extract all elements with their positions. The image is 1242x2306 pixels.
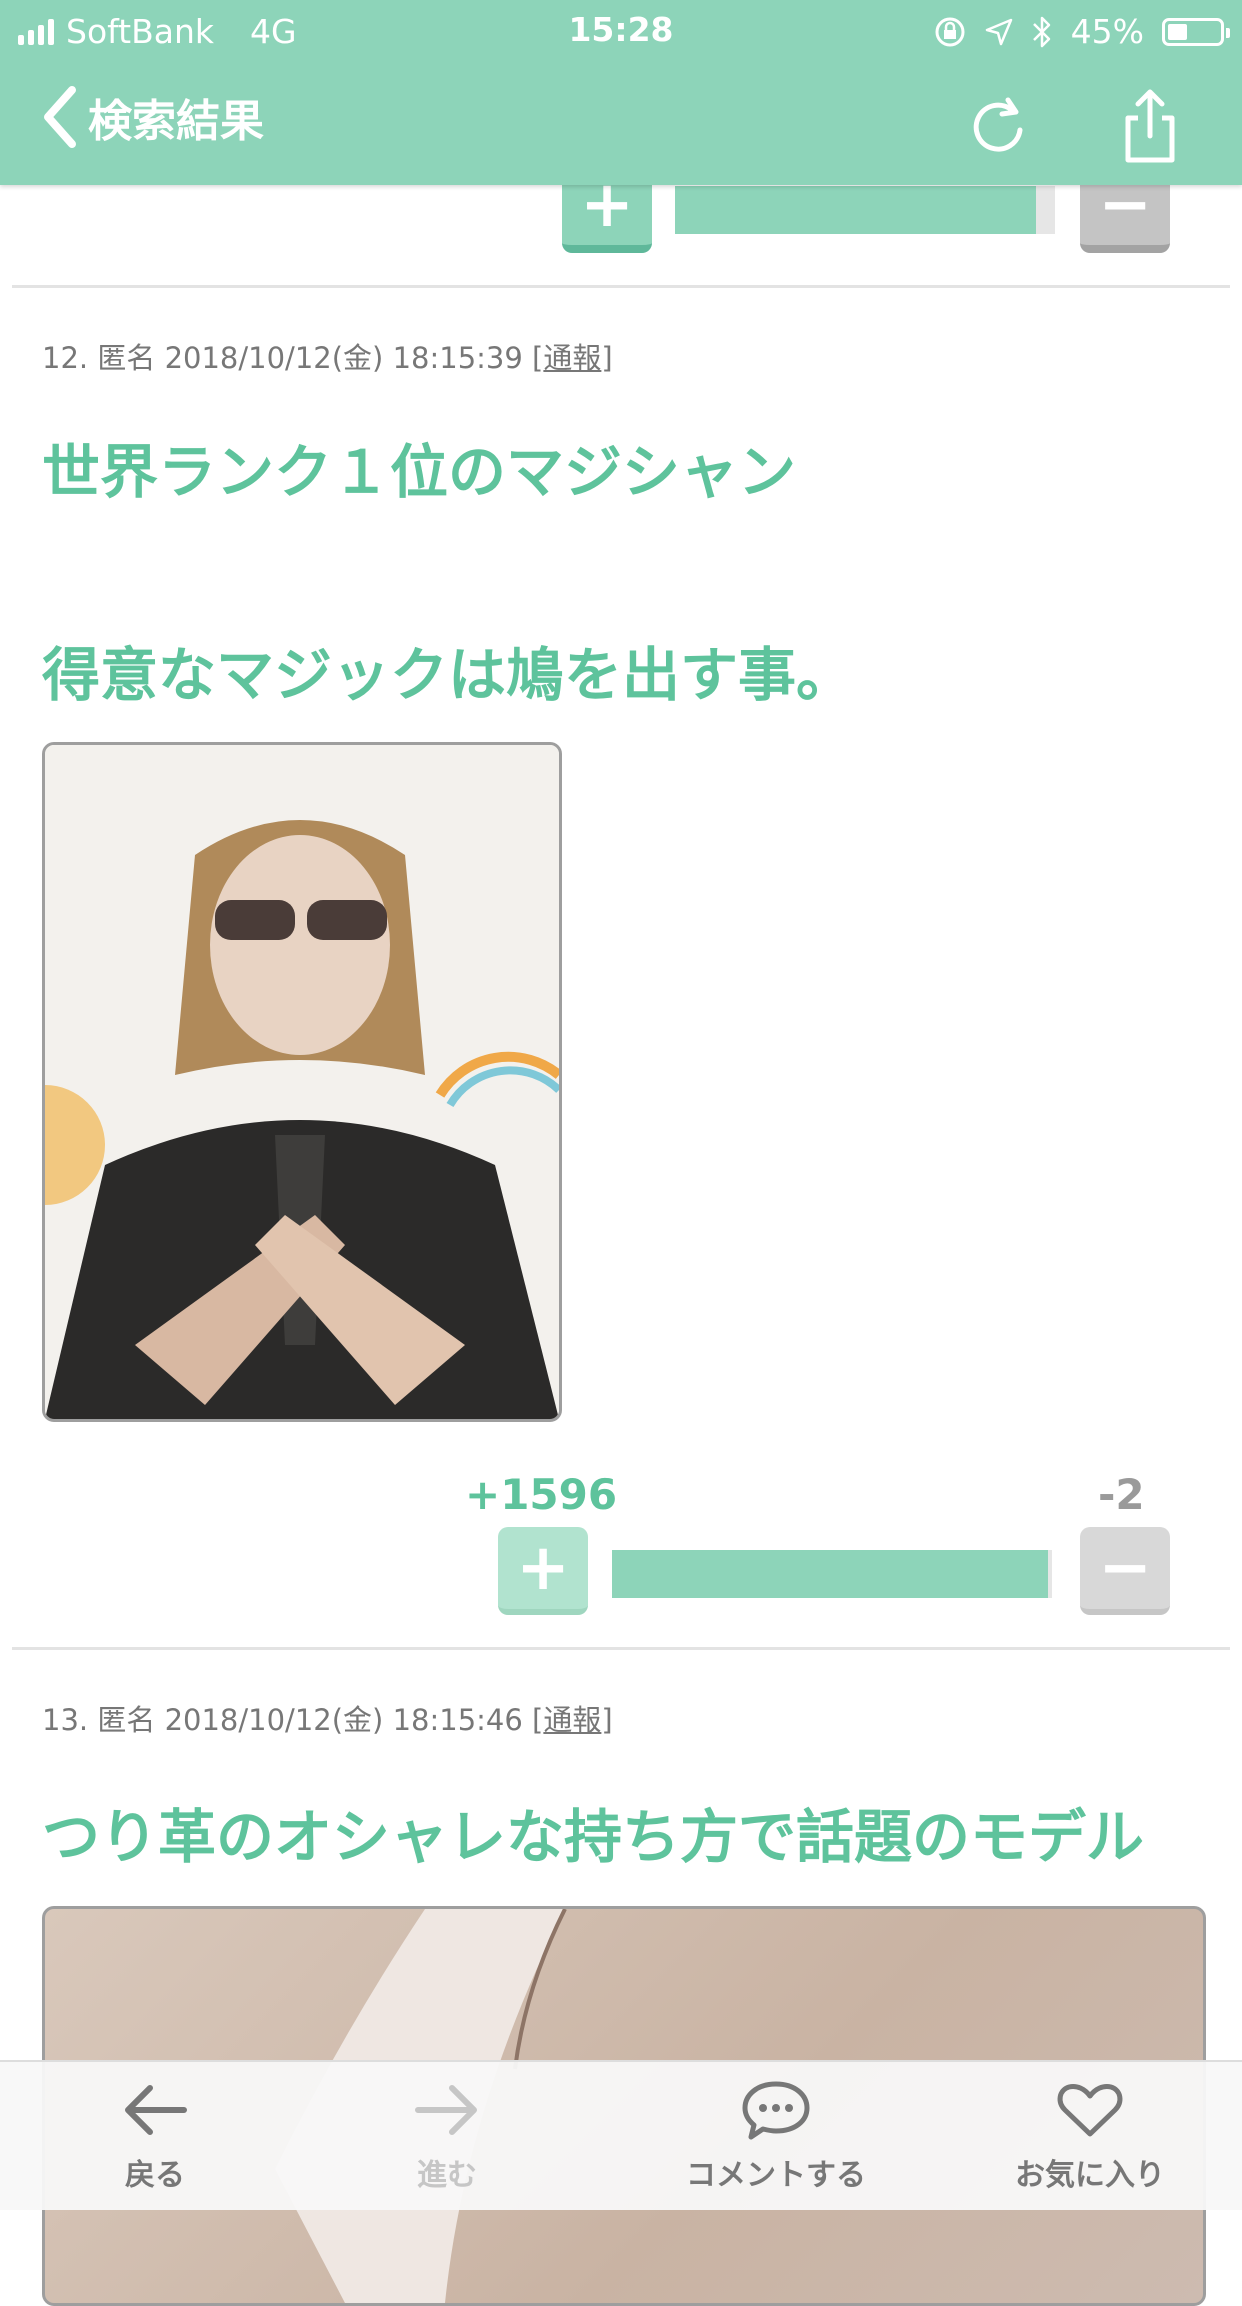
back-tab-label: 戻る [125,2158,185,2193]
report-link[interactable]: 通報 [543,1703,601,1737]
comment-meta: 12. 匿名 2018/10/12(金) 18:15:39 [通報] [42,341,613,375]
comment-tab[interactable]: コメントする [676,2080,876,2194]
refresh-icon[interactable] [968,82,1028,172]
chevron-left-icon [44,86,76,148]
minus-count: -2 [1098,1470,1145,1519]
comment-text-line: つり革のオシャレな持ち方で話題のモデル [42,1803,1145,1871]
status-right: 45% [933,12,1230,51]
battery-icon [1162,17,1230,46]
comment-meta: 13. 匿名 2018/10/12(金) 18:15:46 [通報] [42,1703,613,1737]
arrow-right-icon [415,2085,477,2135]
vote-bar-fill [675,186,1036,234]
status-bar: SoftBank 4G 15:28 45% [0,0,1242,62]
battery-percent: 45% [1070,12,1144,51]
comment-number: 12. [42,341,89,375]
photo-illustration [45,745,559,1419]
bottom-toolbar: 戻る 進む コメントする お気に入り [0,2060,1242,2210]
favorite-tab[interactable]: お気に入り [990,2080,1190,2194]
comment-timestamp: 2018/10/12(金) 18:15:39 [164,341,523,375]
arrow-left-icon [125,2085,187,2135]
app-header: SoftBank 4G 15:28 45% 検索結果 [0,0,1242,185]
comment-author: 匿名 [97,341,156,375]
comment-divider [12,1647,1230,1650]
plus-count: +1596 [465,1470,618,1519]
battery-level [1168,23,1188,40]
bluetooth-icon [1032,16,1050,47]
comment-text-line: 得意なマジックは鳩を出す事。 [42,641,855,709]
comment-text-line: 世界ランク１位のマジシャン [42,438,797,506]
comment-number: 13. [42,1703,89,1737]
comment-author: 匿名 [97,1703,156,1737]
vote-bar [675,186,1055,234]
speech-bubble-icon [742,2081,810,2140]
comment-divider [12,285,1230,288]
share-icon[interactable] [1120,82,1180,172]
vote-plus-button[interactable]: + [498,1527,588,1615]
rotation-lock-icon [935,17,965,46]
vote-bar [612,1550,1052,1598]
comment-tab-label: コメントする [686,2158,866,2193]
forward-tab-label: 進む [417,2158,477,2193]
report-link[interactable]: 通報 [543,341,601,375]
comment-timestamp: 2018/10/12(金) 18:15:46 [164,1703,523,1737]
favorite-tab-label: お気に入り [1015,2158,1165,2193]
nav-bar: 検索結果 [0,72,1242,182]
back-button[interactable]: 検索結果 [40,82,264,152]
back-tab[interactable]: 戻る [55,2080,255,2194]
forward-tab[interactable]: 進む [347,2080,547,2194]
heart-icon [1057,2084,1123,2137]
vote-minus-button[interactable]: − [1080,1527,1170,1615]
back-label: 検索結果 [88,96,264,147]
vote-bar-fill [612,1550,1048,1598]
comment-image[interactable] [42,742,562,1422]
location-icon [985,18,1012,45]
